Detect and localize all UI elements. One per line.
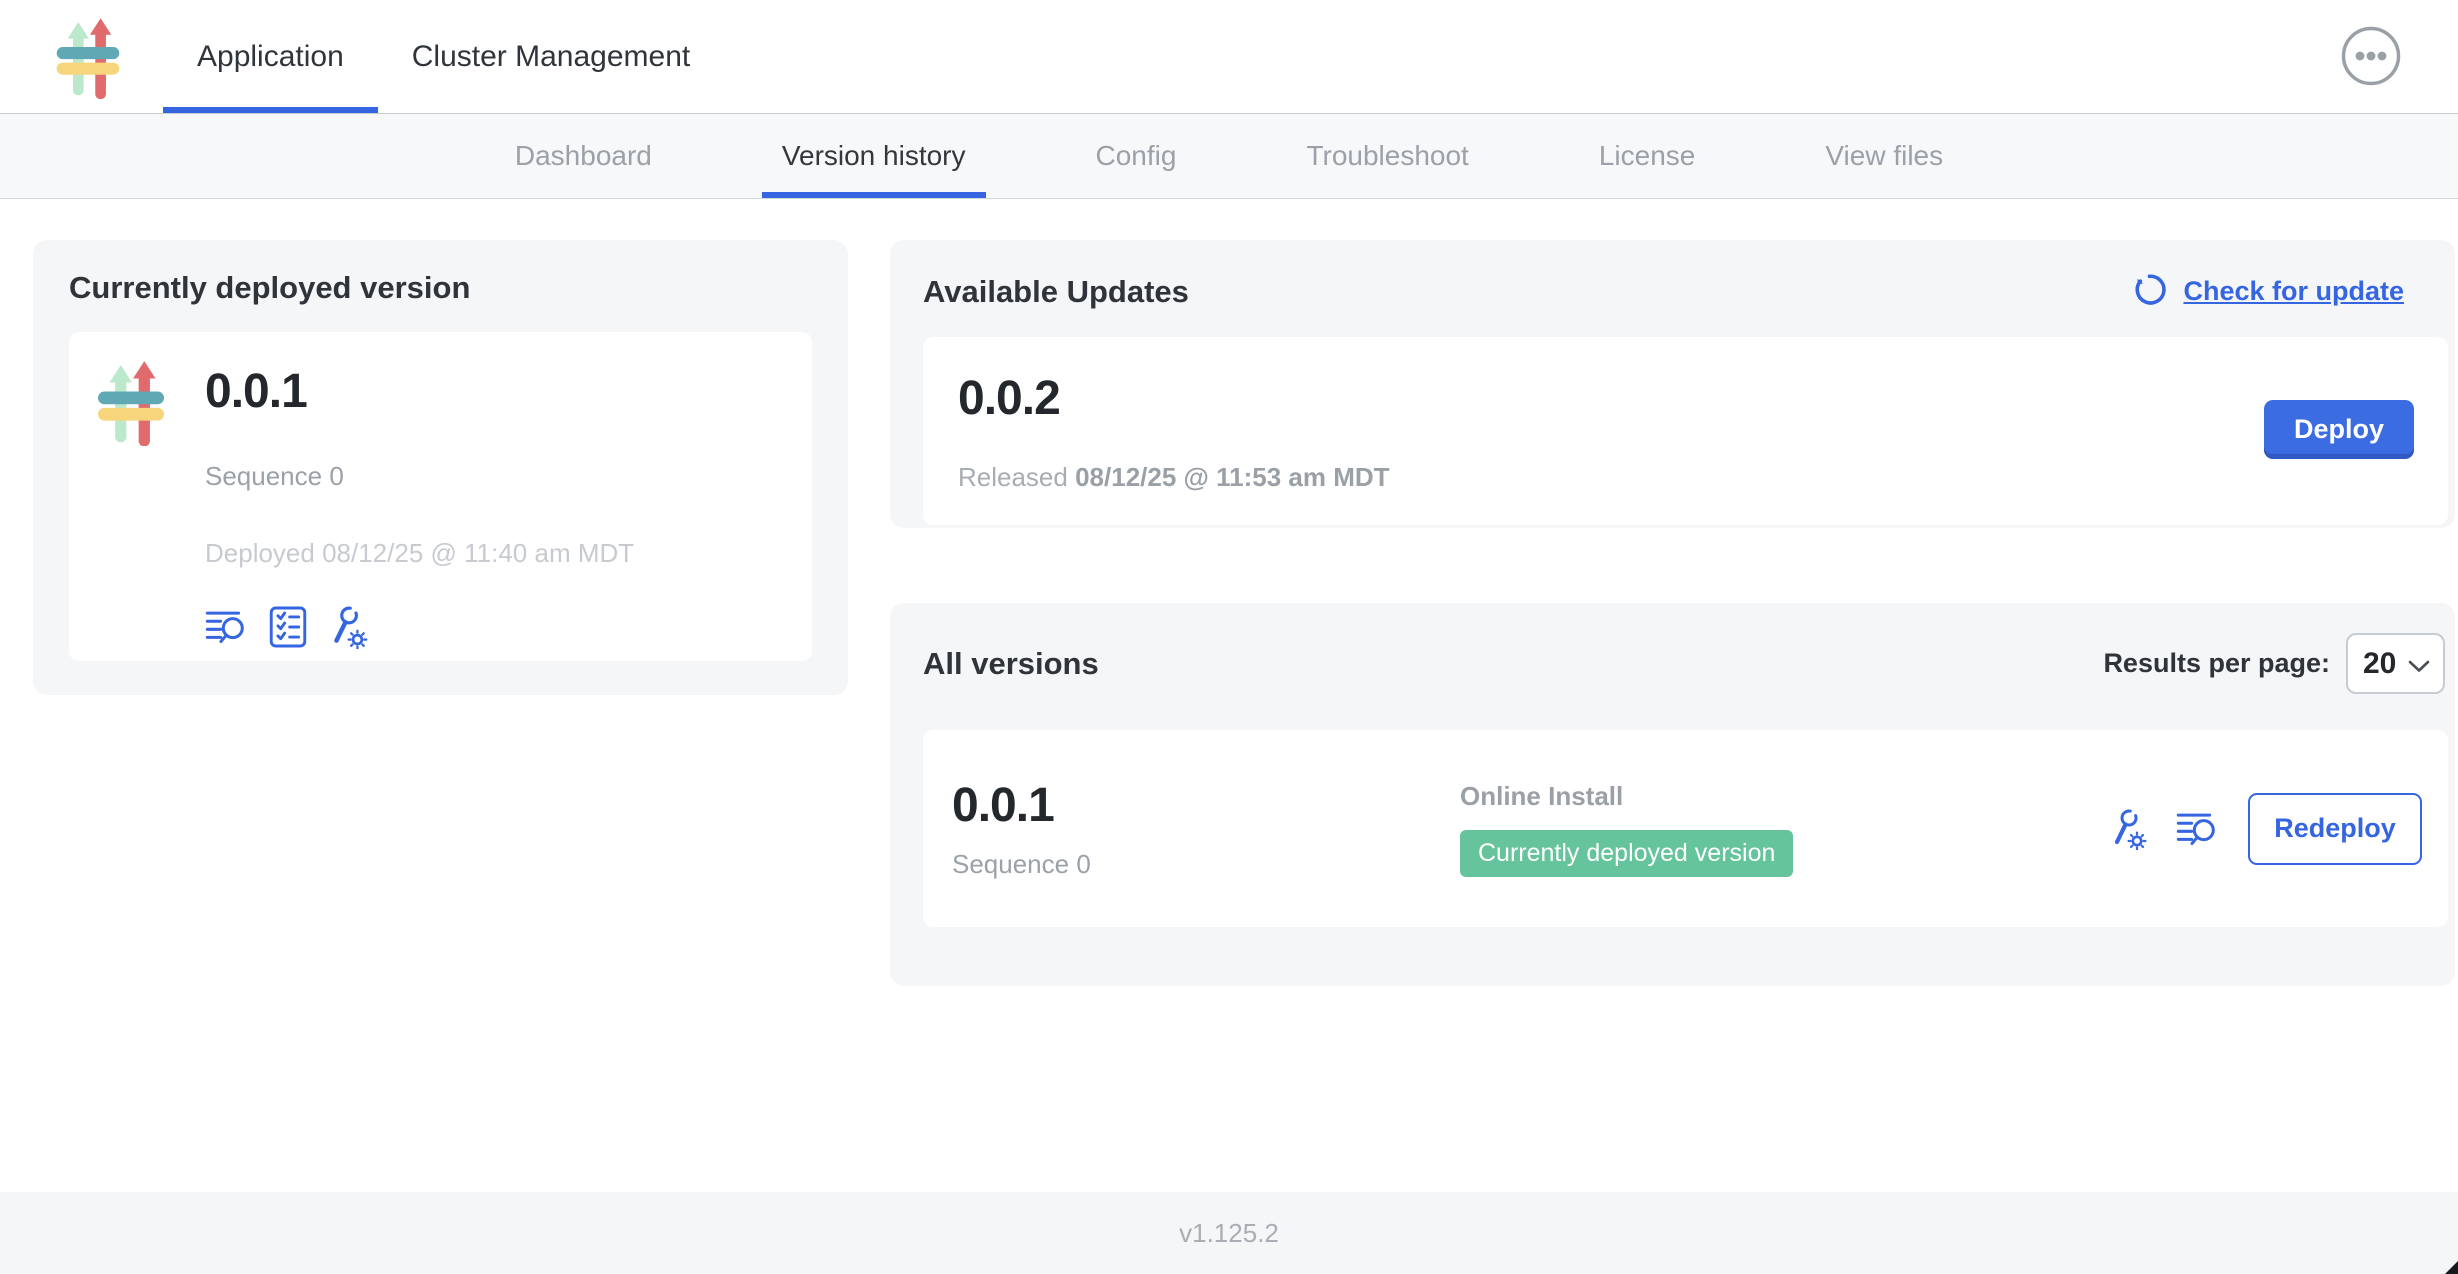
subnav-item-license[interactable]: License — [1579, 114, 1716, 198]
available-updates-panel: Available Updates Check for update 0.0.2… — [890, 240, 2455, 528]
check-for-update-link[interactable]: Check for update — [2130, 268, 2404, 315]
deployed-timestamp: Deployed 08/12/25 @ 11:40 am MDT — [205, 538, 634, 569]
deployed-version-card: 0.0.1 Sequence 0 Deployed 08/12/25 @ 11:… — [69, 332, 812, 661]
row-sequence: Sequence 0 — [952, 849, 1460, 880]
app-logo-arrows-icon — [56, 15, 120, 104]
edit-config-icon[interactable] — [327, 605, 369, 649]
results-per-page-value: 20 — [2363, 647, 2396, 681]
deploy-button[interactable]: Deploy — [2264, 400, 2414, 459]
subnav-label: Dashboard — [515, 140, 652, 172]
results-per-page-select[interactable]: 20 — [2346, 633, 2445, 694]
row-install-type: Online Install — [1460, 781, 1793, 812]
redeploy-button[interactable]: Redeploy — [2248, 793, 2422, 865]
deployed-sequence: Sequence 0 — [205, 461, 634, 492]
tab-cluster-management-label: Cluster Management — [412, 40, 690, 74]
subnav-item-version-history[interactable]: Version history — [762, 114, 986, 198]
refresh-icon — [2130, 268, 2170, 315]
more-options-button[interactable] — [2340, 25, 2402, 87]
released-timestamp: 08/12/25 @ 11:53 am MDT — [1075, 462, 1389, 492]
row-version-number: 0.0.1 — [952, 778, 1460, 833]
subnav-label: Troubleshoot — [1306, 140, 1468, 172]
all-versions-title: All versions — [923, 646, 1099, 682]
app-header: Application Cluster Management — [0, 0, 2458, 114]
tab-application[interactable]: Application — [163, 0, 378, 113]
all-versions-panel: All versions Results per page: 20 0.0.1 … — [890, 603, 2455, 986]
subnav-label: View files — [1825, 140, 1943, 172]
results-per-page: Results per page: 20 — [2103, 633, 2445, 694]
update-version-number: 0.0.2 — [958, 371, 2424, 426]
updates-panel-title: Available Updates — [923, 274, 1189, 310]
subnav-item-view-files[interactable]: View files — [1805, 114, 1963, 198]
update-released-line: Released 08/12/25 @ 11:53 am MDT — [958, 462, 2424, 493]
subnav-item-dashboard[interactable]: Dashboard — [495, 114, 672, 198]
ellipsis-circle-icon — [2340, 75, 2402, 90]
subnav-label: Version history — [782, 140, 966, 172]
deployed-panel-title: Currently deployed version — [69, 270, 812, 306]
version-row: 0.0.1 Sequence 0 Online Install Currentl… — [923, 730, 2448, 927]
header-tabs: Application Cluster Management — [163, 0, 2458, 113]
currently-deployed-panel: Currently deployed version 0.0.1 Sequenc… — [33, 240, 848, 695]
view-logs-icon[interactable] — [205, 607, 249, 647]
subnav-label: Config — [1096, 140, 1177, 172]
subnav-label: License — [1599, 140, 1696, 172]
status-badge: Currently deployed version — [1460, 830, 1793, 877]
deployed-version-number: 0.0.1 — [205, 364, 634, 419]
preflight-checks-icon[interactable] — [269, 605, 307, 649]
tab-application-label: Application — [197, 40, 344, 74]
released-label: Released — [958, 462, 1068, 492]
app-footer: v1.125.2 — [0, 1192, 2458, 1274]
cursor-artifact — [2445, 1261, 2458, 1274]
view-logs-icon[interactable] — [2176, 809, 2220, 849]
subnav-item-troubleshoot[interactable]: Troubleshoot — [1286, 114, 1488, 198]
chevron-down-icon — [2408, 647, 2430, 681]
deployed-actions — [205, 605, 634, 649]
app-subnav: Dashboard Version history Config Trouble… — [0, 114, 2458, 199]
tab-cluster-management[interactable]: Cluster Management — [378, 0, 724, 113]
available-update-card: 0.0.2 Released 08/12/25 @ 11:53 am MDT D… — [923, 337, 2448, 525]
edit-config-icon[interactable] — [2108, 808, 2148, 850]
results-per-page-label: Results per page: — [2103, 648, 2330, 679]
subnav-item-config[interactable]: Config — [1076, 114, 1197, 198]
app-logo-arrows-icon — [97, 358, 165, 635]
console-version: v1.125.2 — [1179, 1218, 1279, 1249]
check-for-update-label: Check for update — [2183, 276, 2404, 307]
